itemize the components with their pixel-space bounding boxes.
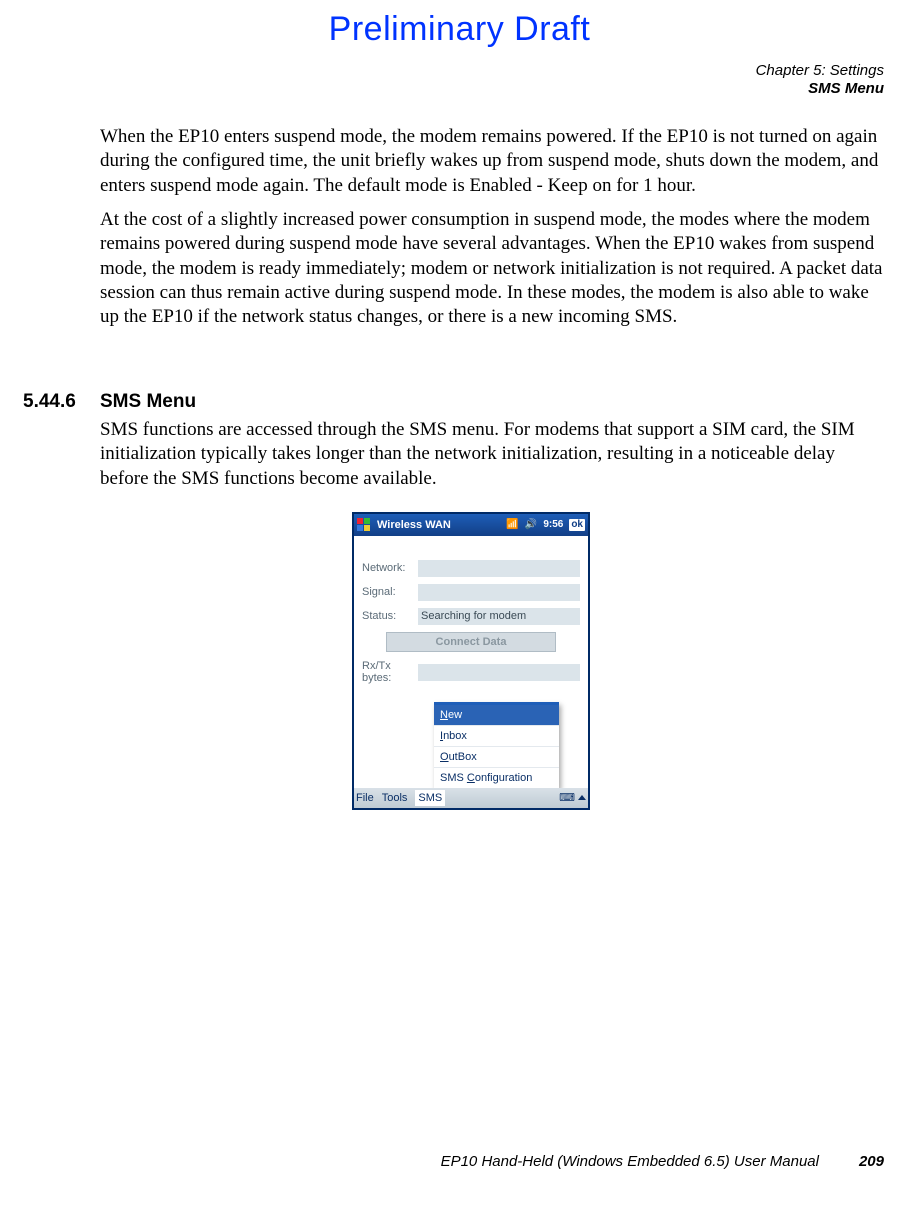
section-number: 5.44.6 [23, 390, 76, 414]
menu-file[interactable]: File [356, 791, 374, 805]
rxtx-label: Rx/Tx bytes: [362, 660, 418, 684]
footer-manual-name: EP10 Hand-Held (Windows Embedded 6.5) Us… [441, 1152, 819, 1171]
watermark-text: Preliminary Draft [0, 8, 919, 52]
titlebar-status-icons: 📶 🔊 9:56 ok [506, 519, 585, 532]
titlebar-time: 9:56 [543, 519, 563, 532]
keyboard-icon[interactable]: ⌨ [559, 791, 575, 805]
status-label: Status: [362, 609, 418, 623]
connect-data-button[interactable]: Connect Data [386, 632, 556, 652]
start-flag-icon[interactable] [357, 518, 373, 532]
page-header: Chapter 5: Settings SMS Menu [756, 62, 884, 98]
status-field: Searching for modem [418, 608, 580, 625]
sms-context-menu: New Inbox OutBox SMS Configuration [434, 702, 559, 788]
menu-item-new[interactable]: New [434, 705, 559, 725]
menu-sms[interactable]: SMS [415, 790, 445, 806]
menu-item-sms-config[interactable]: SMS Configuration [434, 767, 559, 788]
signal-label: Signal: [362, 585, 418, 599]
device-screenshot: Wireless WAN 📶 🔊 9:56 ok Network: Signal… [352, 512, 590, 810]
paragraph-2: At the cost of a slightly increased powe… [100, 208, 884, 330]
section-title: SMS Menu [100, 390, 196, 414]
network-field [418, 560, 580, 577]
device-panel: Network: Signal: Status: Searching for m… [354, 536, 588, 695]
section-paragraph: SMS functions are accessed through the S… [100, 418, 884, 491]
volume-icon: 🔊 [525, 519, 537, 532]
rxtx-field [418, 664, 580, 681]
header-section: SMS Menu [756, 80, 884, 98]
page-footer: EP10 Hand-Held (Windows Embedded 6.5) Us… [0, 1152, 919, 1171]
menu-item-inbox[interactable]: Inbox [434, 725, 559, 746]
footer-page-number: 209 [859, 1152, 884, 1171]
titlebar-title: Wireless WAN [377, 518, 506, 532]
paragraph-1: When the EP10 enters suspend mode, the m… [100, 125, 884, 198]
menu-item-outbox[interactable]: OutBox [434, 746, 559, 767]
section-body: SMS functions are accessed through the S… [100, 418, 884, 491]
network-label: Network: [362, 561, 418, 575]
chevron-up-icon[interactable] [578, 795, 586, 800]
header-chapter: Chapter 5: Settings [756, 62, 884, 80]
signal-field [418, 584, 580, 601]
signal-icon: 📶 [506, 519, 518, 532]
body-text: When the EP10 enters suspend mode, the m… [100, 125, 884, 340]
device-titlebar: Wireless WAN 📶 🔊 9:56 ok [354, 514, 588, 536]
ok-button[interactable]: ok [569, 519, 585, 532]
menu-tools[interactable]: Tools [382, 791, 408, 805]
device-bottombar: File Tools SMS ⌨ [354, 788, 588, 808]
